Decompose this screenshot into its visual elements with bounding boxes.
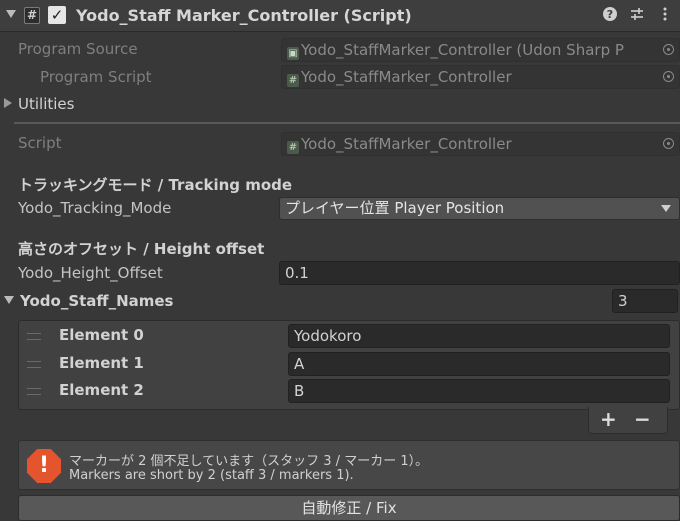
drag-handle-icon[interactable] — [27, 361, 41, 368]
enable-checkbox[interactable]: ✓ — [48, 6, 66, 24]
utilities-foldout-arrow-icon[interactable] — [4, 98, 12, 108]
svg-text:?: ? — [607, 8, 613, 21]
tracking-section-header: トラッキングモード / Tracking mode — [18, 176, 293, 194]
add-element-button[interactable]: + — [600, 407, 617, 431]
program-source-value: Yodo_StaffMarker_Controller (Udon Sharp … — [301, 41, 624, 59]
script-label: Script — [18, 134, 62, 152]
array-size-input[interactable]: 3 — [612, 289, 678, 313]
warning-icon: ! — [27, 449, 61, 483]
dropdown-caret-icon — [661, 205, 671, 212]
kebab-menu-icon[interactable] — [656, 6, 674, 26]
script-file-icon: # — [287, 74, 299, 87]
program-script-field[interactable]: # Yodo_StaffMarker_Controller — [281, 65, 680, 89]
remove-element-button[interactable]: − — [634, 407, 651, 431]
object-picker-icon[interactable] — [663, 71, 674, 82]
program-source-field[interactable]: ▣ Yodo_StaffMarker_Controller (Udon Sharp… — [281, 38, 680, 62]
help-icon[interactable]: ? — [601, 6, 619, 26]
height-section-header: 高さのオフセット / Height offset — [18, 240, 265, 258]
tracking-mode-value: プレイヤー位置 Player Position — [285, 199, 505, 217]
object-picker-icon[interactable] — [663, 44, 674, 55]
script-file-icon: # — [287, 141, 299, 154]
program-script-value: Yodo_StaffMarker_Controller — [301, 68, 512, 86]
fix-button[interactable]: 自動修正 / Fix — [18, 495, 680, 521]
tracking-mode-dropdown[interactable]: プレイヤー位置 Player Position — [279, 197, 680, 220]
script-value: Yodo_StaffMarker_Controller — [301, 135, 512, 153]
element-0-label: Element 0 — [59, 326, 144, 344]
add-remove-controls: + − — [588, 407, 668, 434]
warning-message-ja: マーカーが 2 個不足しています（スタッフ 3 / マーカー 1）。 — [69, 454, 429, 469]
drag-handle-icon[interactable] — [27, 333, 41, 340]
object-picker-icon[interactable] — [663, 138, 674, 149]
staff-names-list: Element 0 Yodokoro Element 1 A Element 2… — [18, 320, 680, 410]
element-1-label: Element 1 — [59, 354, 144, 372]
script-icon: # — [24, 7, 40, 24]
warning-helpbox: ! マーカーが 2 個不足しています（スタッフ 3 / マーカー 1）。 Mar… — [18, 440, 680, 490]
udon-asset-icon: ▣ — [287, 47, 299, 60]
height-offset-input[interactable]: 0.1 — [279, 261, 680, 285]
foldout-arrow-icon[interactable] — [6, 10, 16, 18]
warning-message-en: Markers are short by 2 (staff 3 / marker… — [69, 468, 354, 483]
element-0-input[interactable]: Yodokoro — [288, 324, 670, 348]
staff-names-foldout[interactable]: Yodo_Staff_Names — [20, 292, 174, 310]
height-offset-label: Yodo_Height_Offset — [18, 264, 163, 282]
utilities-foldout[interactable]: Utilities — [18, 95, 74, 113]
program-script-label: Program Script — [40, 68, 152, 86]
component-title: Yodo_Staff Marker_Controller (Script) — [76, 6, 412, 25]
separator — [14, 122, 680, 124]
staff-names-foldout-arrow-icon[interactable] — [4, 296, 14, 304]
element-2-input[interactable]: B — [288, 379, 670, 403]
presets-icon[interactable] — [628, 6, 646, 26]
element-1-input[interactable]: A — [288, 352, 670, 376]
element-2-label: Element 2 — [59, 381, 144, 399]
script-field[interactable]: # Yodo_StaffMarker_Controller — [281, 132, 680, 156]
program-source-label: Program Source — [18, 40, 138, 58]
tracking-mode-label: Yodo_Tracking_Mode — [18, 199, 172, 217]
drag-handle-icon[interactable] — [27, 388, 41, 395]
